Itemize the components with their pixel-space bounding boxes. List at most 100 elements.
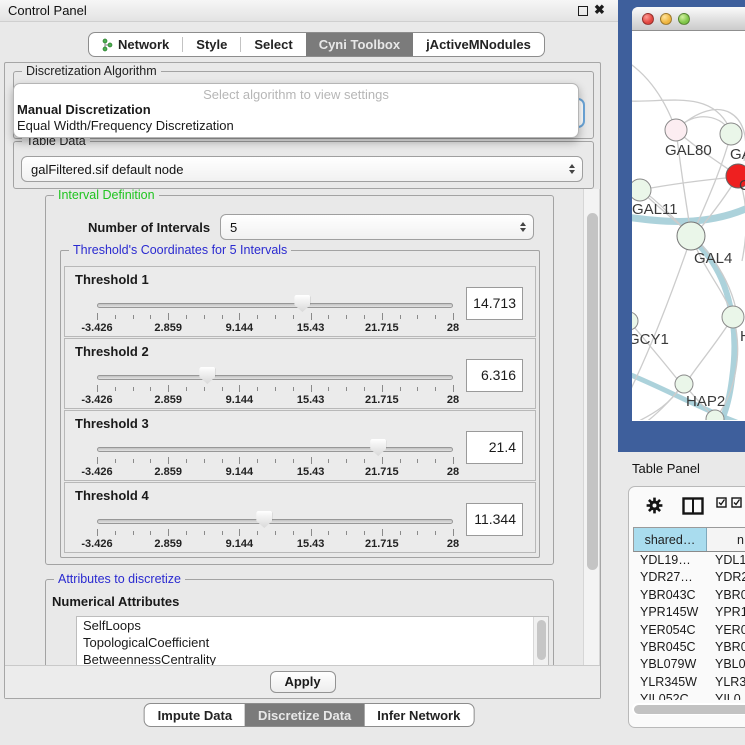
cell-shared-name: YLR345W [633,674,707,691]
threshold-value-field[interactable]: 14.713 [466,287,523,320]
threshold-label: Threshold 2 [75,344,149,359]
dropdown-option-equal-width[interactable]: Equal Width/Frequency Discretization [14,118,578,134]
table-row[interactable]: YBR045CYBR0 [633,639,745,656]
tick-mark [453,529,454,536]
gear-icon[interactable] [646,497,663,514]
tab-style[interactable]: Style [183,33,240,56]
tick-mark [417,387,418,391]
table-row[interactable]: YER054CYER0 [633,622,745,639]
tick-label: 28 [447,322,459,334]
tab-discretize-data[interactable]: Discretize Data [245,704,364,726]
tab-select[interactable]: Select [241,33,305,56]
node-hap2[interactable] [675,375,693,393]
minimize-traffic-light[interactable] [660,13,672,25]
threshold-slider[interactable]: -3.4262.8599.14415.4321.71528 [97,513,453,551]
close-icon[interactable]: ✖ [594,2,605,18]
cell-name: YBR0 [707,587,745,604]
tick-mark [382,313,383,320]
table-row[interactable]: YDL19…YDL1 [633,552,745,569]
node-gal11[interactable] [632,179,651,201]
table-horizontal-scrollbar[interactable] [632,703,745,715]
tab-cyni-toolbox[interactable]: Cyni Toolbox [306,33,413,56]
table-data-value: galFiltered.sif default node [31,162,183,177]
settings-scrollbar[interactable] [583,189,600,673]
slider-track[interactable] [97,375,453,380]
node-gal80[interactable] [665,119,687,141]
table-data-combobox[interactable]: galFiltered.sif default node [21,156,583,182]
table-row[interactable]: YDR27…YDR2 [633,569,745,586]
node-gcy1[interactable] [632,312,638,330]
node-label: GAL80 [665,142,712,159]
column-header-name[interactable]: n [707,528,745,551]
node-label: GCY1 [632,331,669,348]
threshold-value-field[interactable]: 6.316 [466,359,523,392]
checkbox-icon[interactable] [716,497,727,508]
tab-jactivemnodules[interactable]: jActiveMNodules [413,33,544,56]
column-header-shared-name[interactable]: shared… [634,528,707,551]
tick-label: 15.43 [297,322,325,334]
node-label: GA [730,146,745,163]
tick-label: -3.426 [81,394,112,406]
number-of-intervals-value: 5 [230,220,237,235]
table-row[interactable]: YLR345WYLR3 [633,674,745,691]
slider-handle[interactable] [199,367,215,384]
node-gal4[interactable] [677,222,705,250]
threshold-value-field[interactable]: 11.344 [466,503,523,536]
scrollbar-thumb[interactable] [634,705,745,714]
threshold-slider[interactable]: -3.4262.8599.14415.4321.71528 [97,297,453,335]
node-label: C [739,177,745,194]
network-graph: GAL80 GA C GAL11 GAL4 GCY1 H HAP2 [632,31,745,420]
group-title: Attributes to discretize [54,572,185,586]
tick-mark [150,459,151,463]
tick-mark [239,313,240,320]
slider-handle[interactable] [294,295,310,312]
checkbox-icon[interactable] [731,497,742,508]
node-table: shared… n YDL19…YDL1YDR27…YDR2YBR043CYBR… [633,527,745,700]
list-item[interactable]: TopologicalCoefficient [77,634,548,651]
tick-label: 2.859 [154,322,182,334]
table-row[interactable]: YPR145WYPR1 [633,604,745,621]
threshold-slider[interactable]: -3.4262.8599.14415.4321.71528 [97,369,453,407]
tab-label: Style [196,37,227,52]
tab-impute-data[interactable]: Impute Data [145,704,245,726]
tick-label: 9.144 [226,538,254,550]
network-window-titlebar[interactable] [632,7,745,31]
node[interactable] [720,123,742,145]
tab-infer-network[interactable]: Infer Network [364,704,473,726]
node[interactable] [722,306,744,328]
slider-track[interactable] [97,447,453,452]
tick-mark [186,531,187,535]
tick-mark [400,459,401,463]
slider-handle[interactable] [370,439,386,456]
tick-mark [257,459,258,463]
panel-title: Control Panel [8,3,87,18]
dropdown-option-manual[interactable]: Manual Discretization [14,102,578,118]
threshold-value-field[interactable]: 21.4 [466,431,523,464]
columns-icon[interactable] [682,497,704,515]
tick-label: 9.144 [226,322,254,334]
tick-mark [222,459,223,463]
tab-network[interactable]: Network [89,33,182,56]
list-item[interactable]: SelfLoops [77,617,548,634]
slider-handle[interactable] [256,511,272,528]
slider-track[interactable] [97,519,453,524]
control-panel-titlebar: Control Panel ✖ [0,0,618,22]
float-window-icon[interactable] [578,6,588,16]
thresholds-group: Threshold's Coordinates for 5 Intervals … [60,250,540,558]
table-row[interactable]: YBR043CYBR0 [633,587,745,604]
threshold-label: Threshold 4 [75,488,149,503]
scrollbar-thumb[interactable] [587,213,598,570]
zoom-traffic-light[interactable] [678,13,690,25]
number-of-intervals-combobox[interactable]: 5 [220,214,534,240]
threshold-slider[interactable]: -3.4262.8599.14415.4321.71528 [97,441,453,479]
tick-mark [97,529,98,536]
network-canvas[interactable]: GAL80 GA C GAL11 GAL4 GCY1 H HAP2 [632,31,745,420]
close-traffic-light[interactable] [642,13,654,25]
slider-track[interactable] [97,303,453,308]
scrollbar-thumb[interactable] [537,620,546,660]
tick-mark [328,531,329,535]
tick-mark [186,387,187,391]
table-row[interactable]: YBL079WYBL0 [633,656,745,673]
table-row[interactable]: YIL052CYIL0 [633,691,745,700]
apply-button[interactable]: Apply [270,671,336,693]
